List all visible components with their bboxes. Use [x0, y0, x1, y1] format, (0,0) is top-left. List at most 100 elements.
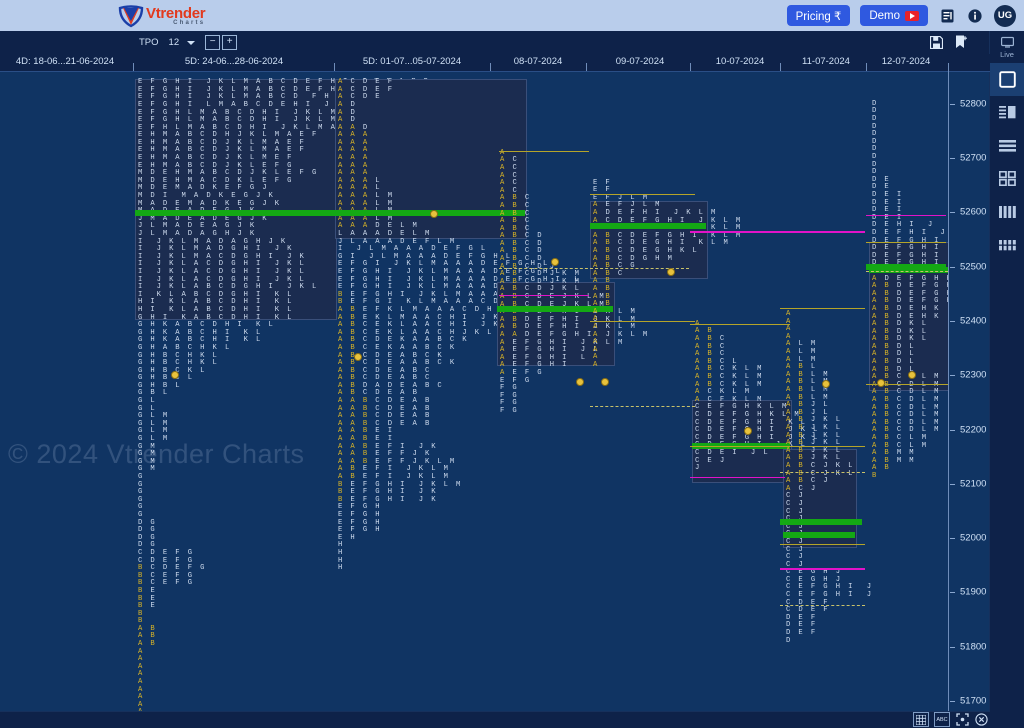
info-icon[interactable] [966, 7, 984, 25]
tpo-label: TPO [139, 37, 159, 48]
pricing-button[interactable]: Pricing ₹ [786, 5, 851, 26]
value-area-line [590, 321, 695, 323]
tpo-row: E H [338, 533, 357, 542]
date-axis-header: 4D: 18-06...21-06-2024 5D: 24-06...28-06-… [0, 54, 990, 72]
avatar[interactable]: UG [994, 4, 1016, 27]
live-screen-icon [1000, 36, 1014, 48]
tpo-row: D [872, 153, 879, 162]
layout-columns-icon[interactable] [990, 195, 1024, 228]
tpo-row: A [138, 670, 145, 679]
tpo-plot-area[interactable]: © 2024 Vtrender Charts E F G H I J K L M… [0, 71, 948, 712]
tpo-control-group: TPO 12 − + [133, 34, 238, 51]
save-icon[interactable] [929, 35, 944, 54]
tpo-row: H [338, 541, 345, 550]
dashed-reference-line [780, 471, 865, 473]
layout-rows-icon[interactable] [990, 129, 1024, 162]
session-10-07[interactable]: AAAAA L MA L MA L MA B LA B L MA B L MA … [786, 310, 873, 645]
tpo-row: B E [138, 602, 157, 611]
value-area-line [499, 151, 589, 153]
price-tick [950, 538, 955, 540]
tpo-row: A [786, 310, 793, 319]
tpo-row: A B [872, 464, 891, 473]
tpo-row: A B [593, 277, 612, 286]
tpo-row: A [138, 662, 145, 671]
tpo-row: A B [593, 300, 612, 309]
chevron-down-icon[interactable] [187, 40, 196, 45]
price-tick-label: 52500 [960, 261, 987, 273]
value-area-line [780, 308, 865, 310]
chart-toolbar: TPO 12 − + [0, 31, 1024, 55]
pricing-label: Pricing ₹ [795, 10, 842, 23]
live-label: Live [1000, 49, 1014, 59]
tpo-row: B C E F G [138, 579, 194, 588]
price-tick-label: 52000 [960, 532, 987, 544]
tpo-row: A D [338, 108, 357, 117]
tpo-row: A [138, 693, 145, 702]
price-tick-label: 52300 [960, 369, 987, 381]
zoom-out-button[interactable]: − [205, 35, 221, 50]
tpo-row: A [138, 700, 145, 709]
abc-icon[interactable]: ABC [934, 712, 950, 727]
tpo-row: F G [500, 384, 519, 393]
poc-line [590, 223, 706, 230]
poc-line [135, 209, 335, 216]
layout-split-icon[interactable] [990, 96, 1024, 129]
tpo-marker-dot [576, 378, 584, 386]
bookmark-add-icon[interactable] [955, 35, 968, 54]
poc-line [780, 519, 862, 526]
value-area-low-line [780, 568, 865, 570]
tpo-row: A [138, 685, 145, 694]
tpo-row: D [872, 122, 879, 131]
date-label: 5D: 24-06...28-06-2024 [184, 56, 284, 67]
tpo-marker-dot [908, 371, 916, 379]
bottom-status-bar: ABC [0, 711, 990, 728]
price-tick [950, 429, 955, 431]
price-tick-label: 51700 [960, 695, 987, 707]
tpo-row: A [786, 325, 793, 334]
price-tick [950, 483, 955, 485]
tpo-row: H [338, 556, 345, 565]
session-11-07[interactable]: DDDDDDDDDDD ED ED E ID E ID E ID E ID E … [872, 99, 948, 481]
tpo-row: H [338, 548, 345, 557]
value-area-low-line [499, 294, 589, 297]
tpo-row: D [872, 137, 879, 146]
value-area-line [690, 445, 785, 447]
value-area-low-line [690, 231, 865, 233]
price-tick-label: 52400 [960, 315, 987, 327]
tpo-row: D [872, 99, 879, 108]
tpo-row: A B [138, 632, 157, 641]
reset-icon[interactable] [974, 713, 988, 726]
price-tick [950, 212, 955, 214]
app-logo[interactable]: Vtrender Charts [118, 3, 206, 28]
vtrender-logo-icon [118, 4, 144, 28]
poc-line [866, 263, 946, 270]
price-tick [950, 375, 955, 377]
tpo-row: B [138, 609, 145, 618]
demo-label: Demo [869, 9, 900, 22]
tpo-row: H [338, 564, 345, 573]
zoom-in-button[interactable]: + [222, 35, 238, 50]
layout-quad-icon[interactable] [990, 162, 1024, 195]
price-axis[interactable]: 52800 52700 52600 52500 52400 52300 52200 52100… [948, 71, 990, 712]
layout-single-icon[interactable] [990, 63, 1024, 96]
tpo-row: F G [500, 391, 519, 400]
tpo-value[interactable]: 12 [165, 37, 184, 48]
tpo-marker-dot [744, 427, 752, 435]
price-tick-label: 51900 [960, 586, 987, 598]
value-area-low-line [866, 214, 946, 217]
price-tick-label: 52100 [960, 478, 987, 490]
target-icon[interactable] [955, 713, 969, 726]
tpo-marker-dot [354, 353, 362, 361]
tpo-row: E F G [500, 376, 532, 385]
right-sidebar: Live [989, 31, 1024, 728]
demo-button[interactable]: Demo [860, 5, 928, 26]
document-icon[interactable] [938, 7, 956, 25]
grid-icon[interactable] [913, 712, 929, 727]
tpo-marker-dot [430, 210, 438, 218]
tpo-chart-app: Vtrender Charts Pricing ₹ Demo UG TPO 12… [0, 0, 1024, 728]
date-tick [334, 63, 335, 71]
value-area-line [780, 543, 865, 545]
tpo-row: A B [593, 284, 612, 293]
layout-grid-icon[interactable] [990, 228, 1024, 261]
tpo-row: E F G H [338, 526, 382, 535]
